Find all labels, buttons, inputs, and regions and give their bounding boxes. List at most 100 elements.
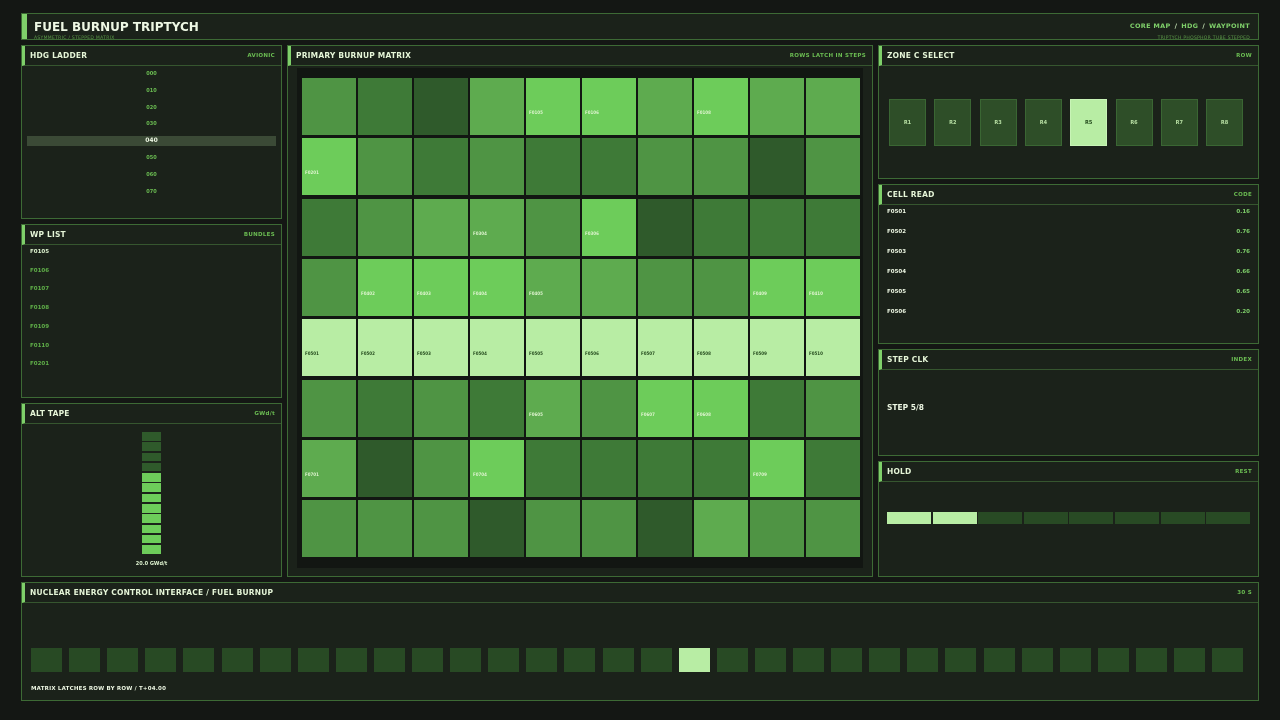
matrix-cell[interactable]: F0409	[750, 258, 804, 316]
matrix-cell[interactable]: F0607	[638, 379, 692, 437]
nav-hdg[interactable]: HDG	[1181, 22, 1198, 30]
matrix-cell[interactable]	[638, 198, 692, 256]
matrix-cell[interactable]: F0605	[526, 379, 580, 437]
matrix-cell[interactable]: F0404	[470, 258, 524, 316]
matrix-cell[interactable]	[750, 379, 804, 437]
timeline-segment[interactable]	[69, 648, 101, 672]
matrix-cell[interactable]: F0105	[526, 78, 580, 135]
matrix-cell[interactable]	[750, 78, 804, 135]
wp-list-item[interactable]: F0107	[30, 286, 49, 292]
matrix-cell[interactable]	[358, 500, 412, 558]
matrix-cell[interactable]	[470, 500, 524, 558]
matrix-cell[interactable]	[302, 500, 356, 558]
wp-list-item[interactable]: F0109	[30, 324, 49, 330]
hdg-tick[interactable]: 070	[27, 187, 276, 197]
timeline-segment[interactable]	[412, 648, 443, 672]
wp-list-item[interactable]: F0108	[30, 305, 49, 311]
timeline-segment[interactable]	[1059, 648, 1091, 672]
matrix-cell[interactable]	[470, 138, 524, 196]
timeline-segment[interactable]	[640, 648, 672, 672]
matrix-cell[interactable]	[806, 379, 860, 437]
matrix-cell[interactable]: F0403	[414, 258, 468, 316]
matrix-cell[interactable]	[806, 78, 860, 135]
matrix-cell[interactable]	[470, 379, 524, 437]
matrix-cell[interactable]	[302, 258, 356, 316]
matrix-cell[interactable]	[638, 500, 692, 558]
matrix-cell[interactable]: F0402	[358, 258, 412, 316]
matrix-cell[interactable]: F0108	[694, 78, 748, 135]
matrix-cell[interactable]	[414, 439, 468, 497]
matrix-cell[interactable]: F0508	[694, 319, 748, 377]
matrix-cell[interactable]	[414, 138, 468, 196]
timeline-segment[interactable]	[793, 648, 824, 672]
matrix-cell[interactable]: F0504	[470, 319, 524, 377]
matrix-cell[interactable]	[694, 138, 748, 196]
matrix-cell[interactable]: F0704	[470, 439, 524, 497]
row-button-r2[interactable]: R2	[934, 99, 972, 146]
matrix-cell[interactable]	[302, 198, 356, 256]
timeline-segment[interactable]	[564, 648, 596, 672]
hdg-tick[interactable]: 010	[27, 86, 276, 96]
timeline-segment[interactable]	[450, 648, 482, 672]
matrix-cell[interactable]: F0509	[750, 319, 804, 377]
hdg-tick[interactable]: 030	[27, 119, 276, 129]
matrix-cell[interactable]: F0608	[694, 379, 748, 437]
timeline-segment[interactable]	[983, 648, 1015, 672]
matrix-cell[interactable]: F0501	[302, 319, 356, 377]
matrix-cell[interactable]: F0506	[582, 319, 636, 377]
matrix-cell[interactable]	[638, 138, 692, 196]
matrix-cell[interactable]: F0505	[526, 319, 580, 377]
matrix-cell[interactable]	[806, 500, 860, 558]
matrix-cell[interactable]	[582, 500, 636, 558]
matrix-cell[interactable]	[750, 138, 804, 196]
matrix-cell[interactable]	[582, 439, 636, 497]
matrix-cell[interactable]: F0410	[806, 258, 860, 316]
matrix-cell[interactable]	[414, 78, 468, 135]
matrix-cell[interactable]: F0405	[526, 258, 580, 316]
wp-list-item[interactable]: F0105	[30, 249, 49, 255]
matrix-cell[interactable]	[694, 439, 748, 497]
matrix-cell[interactable]	[638, 258, 692, 316]
timeline-segment[interactable]	[488, 648, 520, 672]
matrix-cell[interactable]	[694, 258, 748, 316]
timeline-segment[interactable]	[1212, 648, 1244, 672]
timeline-segment[interactable]	[907, 648, 939, 672]
hdg-tick[interactable]: 040	[27, 136, 276, 147]
row-button-r1[interactable]: R1	[889, 99, 926, 146]
matrix-cell[interactable]	[470, 78, 524, 135]
timeline-segment[interactable]	[221, 648, 253, 672]
matrix-cell[interactable]	[302, 78, 356, 135]
matrix-cell[interactable]	[358, 379, 412, 437]
timeline-segment[interactable]	[373, 648, 405, 672]
timeline-segment[interactable]	[335, 648, 367, 672]
timeline-segment[interactable]	[1021, 648, 1053, 672]
timeline-segment[interactable]	[145, 648, 177, 672]
timeline-segment[interactable]	[831, 648, 863, 672]
matrix-cell[interactable]: F0510	[806, 319, 860, 377]
matrix-cell[interactable]	[694, 500, 748, 558]
matrix-cell[interactable]	[526, 138, 580, 196]
timeline-segment[interactable]	[678, 648, 710, 672]
matrix-cell[interactable]	[526, 198, 580, 256]
matrix-cell[interactable]: F0701	[302, 439, 356, 497]
matrix-cell[interactable]	[414, 198, 468, 256]
timeline-segment[interactable]	[1135, 648, 1167, 672]
wp-list-item[interactable]: F0110	[30, 343, 49, 349]
timeline-segment[interactable]	[1174, 648, 1205, 672]
timeline-segment[interactable]	[297, 648, 329, 672]
matrix-cell[interactable]	[806, 198, 860, 256]
row-button-r3[interactable]: R3	[979, 99, 1017, 146]
matrix-cell[interactable]	[638, 78, 692, 135]
timeline-segment[interactable]	[183, 648, 215, 672]
matrix-cell[interactable]: F0502	[358, 319, 412, 377]
matrix-cell[interactable]	[358, 138, 412, 196]
row-button-r7[interactable]: R7	[1160, 99, 1198, 146]
nav-waypoint[interactable]: WAYPOINT	[1209, 22, 1250, 30]
hdg-tick[interactable]: 060	[27, 170, 276, 180]
timeline-segment[interactable]	[716, 648, 748, 672]
matrix-cell[interactable]	[302, 379, 356, 437]
row-button-r8[interactable]: R8	[1206, 99, 1244, 146]
timeline-segment[interactable]	[754, 648, 786, 672]
matrix-cell[interactable]	[358, 439, 412, 497]
matrix-cell[interactable]	[414, 379, 468, 437]
